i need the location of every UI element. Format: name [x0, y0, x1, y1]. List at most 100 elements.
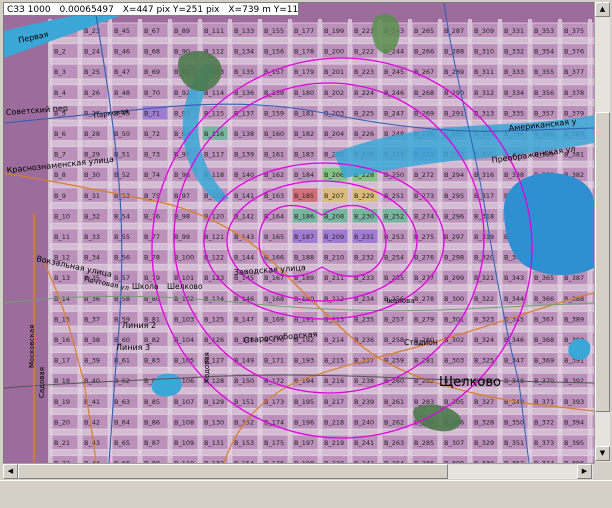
- grid-gutter: [470, 58, 500, 65]
- grid-gutter: [140, 161, 170, 168]
- grid-cell-label: B_178: [294, 48, 314, 56]
- grid-cell-label: B_378: [564, 89, 584, 97]
- grid-cell-label: B_224: [354, 89, 374, 97]
- grid-cell-label: B_300: [444, 295, 464, 303]
- grid-cell-label: B_333: [504, 68, 524, 76]
- grid-gutter: [410, 243, 440, 250]
- grid-gutter: [50, 408, 80, 415]
- vertical-scroll-thumb[interactable]: [595, 112, 610, 412]
- grid-gutter: [230, 346, 260, 353]
- grid-gutter: [80, 326, 110, 332]
- grid-cell-label: B_272: [414, 171, 434, 179]
- grid-gutter: [470, 78, 500, 85]
- grid-cell-label: B_117: [204, 151, 224, 159]
- grid-cell-label: B_395: [564, 439, 584, 447]
- grid-cell-label: B_171: [264, 357, 284, 365]
- grid-vertical-gutter: [138, 19, 142, 463]
- grid-gutter: [110, 99, 140, 106]
- grid-gutter: [260, 284, 290, 291]
- grid-cell-label: B_156: [264, 48, 284, 56]
- poi-shchelkovo: Шелково: [167, 282, 203, 291]
- grid-cell-label: B_261: [384, 398, 404, 406]
- grid-gutter: [380, 326, 410, 332]
- grid-gutter: [530, 99, 560, 106]
- grid-cell-label: B_263: [384, 439, 404, 447]
- grid-cell-label: B_177: [294, 27, 314, 35]
- grid-gutter: [80, 305, 110, 312]
- grid-gutter: [140, 140, 170, 147]
- grid-gutter: [170, 264, 200, 271]
- grid-gutter: [530, 408, 560, 415]
- grid-cell-label: B_173: [264, 398, 284, 406]
- horizontal-scrollbar[interactable]: ◀ ▶: [3, 463, 593, 479]
- grid-gutter: [440, 367, 470, 374]
- grid-gutter: [440, 78, 470, 85]
- grid-cell-label: B_87: [144, 439, 160, 447]
- grid-cell-label: B_8: [54, 171, 66, 179]
- layer-label: СЗЗ 1000: [7, 5, 51, 15]
- grid-cell-label: B_323: [474, 315, 494, 323]
- map-canvas[interactable]: B_1B_23B_45B_67B_89B_111B_133B_155B_177B…: [3, 2, 595, 464]
- grid-gutter: [470, 223, 500, 229]
- horizontal-scroll-thumb[interactable]: [18, 464, 448, 479]
- grid-cell-label: B_125: [204, 315, 224, 323]
- grid-cell-label: B_212: [324, 295, 344, 303]
- grid-cell-label: B_165: [264, 233, 284, 241]
- grid-cell-label: B_16: [54, 336, 70, 344]
- grid-cell-label: B_210: [324, 254, 344, 262]
- grid-cell-label: B_166: [264, 254, 284, 262]
- grid-cell-label: B_186: [294, 212, 314, 220]
- scroll-down-button[interactable]: ▼: [595, 446, 610, 461]
- grid-cell-label: B_226: [354, 130, 374, 138]
- grid-cell-label: B_365: [534, 274, 554, 282]
- app-window: B_1B_23B_45B_67B_89B_111B_133B_155B_177B…: [0, 0, 612, 508]
- scroll-right-button[interactable]: ▶: [577, 464, 592, 479]
- grid-cell-label: B_63: [114, 398, 130, 406]
- grid-cell-label: B_200: [324, 48, 344, 56]
- grid-gutter: [260, 326, 290, 332]
- grid-cell-label: B_9: [54, 192, 66, 200]
- grid-cell-label: B_318: [474, 212, 494, 220]
- grid-cell-label: B_73: [144, 151, 160, 159]
- grid-gutter: [200, 449, 230, 456]
- grid-gutter: [230, 305, 260, 312]
- grid-cell-label: B_46: [114, 48, 130, 56]
- grid-gutter: [260, 223, 290, 229]
- grid-gutter: [140, 37, 170, 44]
- grid-cell-label: B_253: [384, 233, 404, 241]
- grid-gutter: [140, 181, 170, 188]
- grid-gutter: [290, 408, 320, 415]
- bottom-panel: [0, 480, 612, 508]
- grid-cell-label: B_214: [324, 336, 344, 344]
- grid-gutter: [140, 408, 170, 415]
- grid-cell-label: B_199: [324, 27, 344, 35]
- grid-gutter: [80, 243, 110, 250]
- grid-vertical-gutter: [288, 19, 292, 463]
- grid-cell-label: B_175: [264, 439, 284, 447]
- grid-gutter: [140, 264, 170, 271]
- vertical-scrollbar[interactable]: ▲ ▼: [594, 2, 610, 462]
- grid-cell-label: B_10: [54, 212, 70, 220]
- grid-cell-label: B_75: [144, 192, 160, 200]
- grid-cell-label: B_334: [504, 89, 524, 97]
- grid-cell-label: B_251: [384, 192, 404, 200]
- grid-cell-label: B_6: [54, 130, 66, 138]
- pixel-coordinates: X=447 pix Y=251 pix: [122, 5, 220, 15]
- grid-vertical-gutter: [168, 19, 172, 463]
- grid-cell-label: B_157: [264, 68, 284, 76]
- grid-gutter: [110, 305, 140, 312]
- grid-cell-label: B_299: [444, 274, 464, 282]
- scroll-left-button[interactable]: ◀: [3, 464, 18, 479]
- grid-gutter: [50, 120, 80, 126]
- poi-stadium: Стадион: [404, 338, 438, 347]
- map-svg[interactable]: B_1B_23B_45B_67B_89B_111B_133B_155B_177B…: [4, 3, 594, 463]
- grid-vertical-gutter: [48, 19, 52, 463]
- grid-gutter: [80, 408, 110, 415]
- grid-cell-label: B_141: [234, 192, 254, 200]
- grid-cell-label: B_259: [384, 357, 404, 365]
- grid-gutter: [470, 408, 500, 415]
- grid-gutter: [80, 202, 110, 209]
- scroll-up-button[interactable]: ▲: [595, 2, 610, 17]
- grid-gutter: [560, 387, 590, 394]
- grid-cell-label: B_201: [324, 68, 344, 76]
